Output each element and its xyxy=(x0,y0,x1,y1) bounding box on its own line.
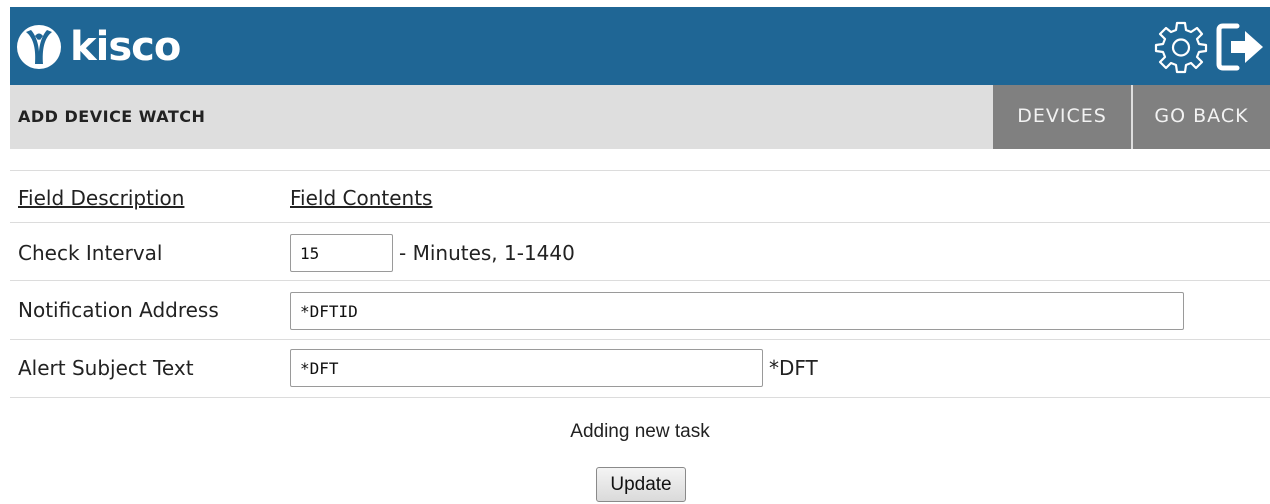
kisco-logo-mark-icon xyxy=(17,25,61,69)
notification-address-input[interactable] xyxy=(290,292,1184,330)
divider xyxy=(10,339,1270,340)
alert-subject-default: *DFT xyxy=(769,356,818,380)
settings-gear-icon[interactable] xyxy=(1153,19,1209,75)
divider xyxy=(10,222,1270,223)
alert-subject-label: Alert Subject Text xyxy=(18,356,194,380)
app-header: kisco xyxy=(10,7,1270,85)
field-contents-header: Field Contents xyxy=(290,186,433,210)
title-bar: ADD DEVICE WATCH DEVICES GO BACK xyxy=(10,85,1270,149)
go-back-button[interactable]: GO BACK xyxy=(1133,85,1270,149)
logout-icon[interactable] xyxy=(1215,21,1267,73)
page-title: ADD DEVICE WATCH xyxy=(18,107,206,126)
kisco-logo-text: kisco xyxy=(70,24,181,70)
status-message: Adding new task xyxy=(570,421,710,442)
divider xyxy=(10,397,1270,398)
alert-subject-input[interactable] xyxy=(290,349,763,387)
check-interval-hint: - Minutes, 1-1440 xyxy=(399,241,575,265)
divider xyxy=(10,280,1270,281)
devices-button[interactable]: DEVICES xyxy=(993,85,1131,149)
check-interval-input[interactable] xyxy=(290,234,393,272)
update-button[interactable]: Update xyxy=(596,467,686,502)
kisco-logo: kisco xyxy=(16,24,181,70)
notification-address-label: Notification Address xyxy=(18,298,219,322)
field-description-header: Field Description xyxy=(18,186,185,210)
divider xyxy=(10,170,1270,171)
check-interval-label: Check Interval xyxy=(18,241,163,265)
